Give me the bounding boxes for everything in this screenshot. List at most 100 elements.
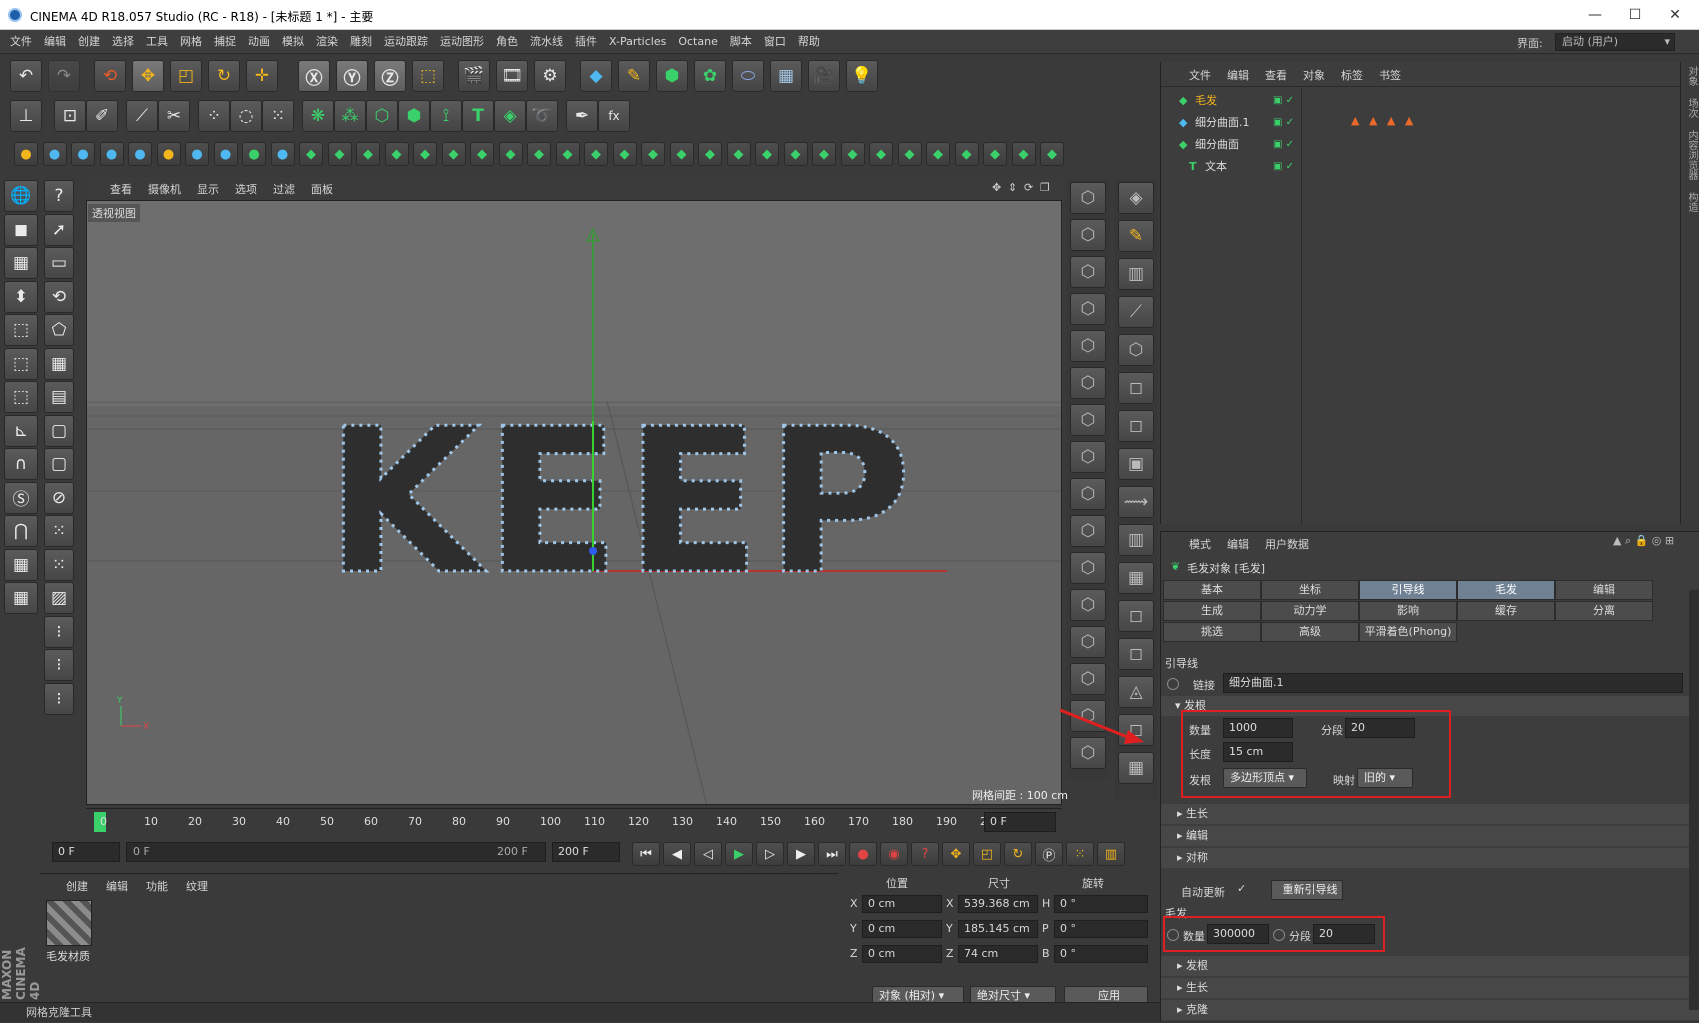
rotation-field[interactable]: 0 ° xyxy=(1054,895,1148,913)
next-key-icon[interactable]: ▶ xyxy=(787,842,815,866)
dots-small-icon-2[interactable]: ⁝ xyxy=(44,649,74,681)
cube-outline-icon[interactable]: ▢ xyxy=(44,448,74,480)
menu-item-17[interactable]: Octane xyxy=(672,30,724,54)
animate-radio[interactable] xyxy=(1167,678,1179,690)
collapsed-section[interactable]: ▸ 编辑 xyxy=(1161,826,1699,846)
collapsed-section[interactable]: ▸ 生长 xyxy=(1161,978,1699,998)
rect-select-icon[interactable]: ▭ xyxy=(44,247,74,279)
viewport-menu-item[interactable]: 选项 xyxy=(235,183,257,196)
dots-small-icon[interactable]: ⁝ xyxy=(44,615,74,648)
generator-tool-icon[interactable]: ◻ xyxy=(1118,638,1154,670)
timeline-ruler[interactable]: 0 10 20 30 40 50 60 70 80 90 100 110 120 130 140 150 160… xyxy=(86,808,1062,834)
deformer-tool-icon[interactable]: ⬡ xyxy=(1070,626,1106,658)
tab-0-4[interactable]: 编辑 xyxy=(1555,580,1653,600)
subdivision-surface-icon[interactable]: ⬢ xyxy=(656,60,688,92)
box-select-icon[interactable]: ▢ xyxy=(44,414,74,447)
help-icon[interactable]: ? xyxy=(44,180,74,212)
deformer-tool-icon[interactable]: ⬡ xyxy=(1070,182,1106,214)
link-field[interactable]: 细分曲面.1 xyxy=(1223,673,1683,693)
plugin-tool-icon[interactable]: ◆ xyxy=(869,142,893,166)
keyframe-help-icon[interactable]: ? xyxy=(911,842,939,866)
tab-2-0[interactable]: 挑选 xyxy=(1163,622,1261,642)
object-row[interactable]: ◆ 细分曲面.1 ▣ ✓ xyxy=(1161,112,1699,133)
polygon-pen-icon[interactable]: ⟋ xyxy=(126,100,158,132)
menu-item-18[interactable]: 脚本 xyxy=(724,30,758,54)
camera-icon[interactable]: 🎥 xyxy=(808,60,840,92)
object-menu-item[interactable]: 查看 xyxy=(1265,69,1287,82)
deformer-tool-icon[interactable]: ⬡ xyxy=(1070,515,1106,547)
deformer-tool-icon[interactable]: ⬡ xyxy=(1070,219,1106,251)
menu-item-14[interactable]: 流水线 xyxy=(524,30,569,54)
move-tool-icon[interactable]: ✥ xyxy=(132,60,164,92)
redo-icon[interactable]: ↷ xyxy=(48,60,80,92)
object-menu-item[interactable]: 文件 xyxy=(1189,69,1211,82)
end-frame-field[interactable]: 200 F xyxy=(552,842,620,862)
deformer-tool-icon[interactable]: ⬡ xyxy=(1070,367,1106,399)
circle-disabled-icon[interactable]: ⊘ xyxy=(44,481,74,514)
plugin-tool-icon[interactable]: ◆ xyxy=(1040,142,1064,166)
dots-small-icon-3[interactable]: ⁝ xyxy=(44,682,74,715)
voronoi-icon[interactable]: ⬢ xyxy=(398,100,430,132)
position-field[interactable]: 0 cm xyxy=(862,945,942,963)
menu-item-5[interactable]: 网格 xyxy=(174,30,208,54)
checker-lock-icon[interactable]: ▦ xyxy=(4,548,38,581)
collapsed-section[interactable]: ▸ 生长 xyxy=(1161,804,1699,824)
tab-0-2[interactable]: 引导线 xyxy=(1359,580,1457,600)
layout-select[interactable]: 启动 (用户) ▾ xyxy=(1555,33,1675,51)
rotate-key-icon[interactable]: ↻ xyxy=(1004,842,1032,866)
move-key-icon[interactable]: ✥ xyxy=(942,842,970,866)
generator-tool-icon[interactable]: ✎ xyxy=(1118,220,1154,252)
edges-mode-icon[interactable]: ⬚ xyxy=(4,347,38,380)
go-start-icon[interactable]: ⏮ xyxy=(632,842,660,866)
mograph-text-icon[interactable]: T xyxy=(462,100,494,132)
generator-tool-icon[interactable]: ▥ xyxy=(1118,524,1154,556)
recent-tool-icon[interactable]: ✛ xyxy=(246,60,278,92)
frame-range-slider[interactable]: 0 F 200 F xyxy=(126,842,546,862)
menu-item-20[interactable]: 帮助 xyxy=(792,30,826,54)
current-frame-field[interactable]: 0 F xyxy=(984,812,1056,832)
collapsed-section[interactable]: ▸ 发根 xyxy=(1161,956,1699,976)
plugin-tool-icon[interactable]: ◆ xyxy=(983,142,1007,166)
workplane-icon[interactable]: ⊥ xyxy=(10,100,42,132)
motext-cube-icon[interactable]: ◈ xyxy=(494,100,526,132)
plugin-tool-icon[interactable]: ◆ xyxy=(584,142,608,166)
plugin-tool-icon[interactable]: ◆ xyxy=(783,142,808,166)
matrix-icon[interactable]: ⁂ xyxy=(334,100,366,132)
plugin-tool-icon[interactable]: ◆ xyxy=(641,142,665,166)
menu-item-13[interactable]: 角色 xyxy=(490,30,524,54)
attribute-menu-item[interactable]: 模式 xyxy=(1189,538,1211,551)
undo-icon[interactable]: ↶ xyxy=(10,60,42,92)
ruler-icon[interactable]: ▤ xyxy=(44,381,74,413)
plugin-tool-icon[interactable]: ◆ xyxy=(698,142,722,166)
plugin-tool-icon[interactable]: ● xyxy=(213,142,238,166)
scale-tool-icon[interactable]: ◰ xyxy=(170,60,202,92)
axis-icon[interactable]: ⬍ xyxy=(4,280,38,313)
workplane-l-icon[interactable]: ⊾ xyxy=(4,414,38,447)
attribute-menu-item[interactable]: 编辑 xyxy=(1227,538,1249,551)
viewport-navigation-icon[interactable]: ✥ xyxy=(992,181,1001,194)
image-icon[interactable]: ▨ xyxy=(44,582,74,614)
viewport-menu-item[interactable]: 显示 xyxy=(197,183,219,196)
x-axis-lock-icon[interactable]: Ⓧ xyxy=(298,60,330,92)
viewport-menu-item[interactable]: 过滤 xyxy=(273,183,295,196)
tab-1-3[interactable]: 缓存 xyxy=(1457,601,1555,621)
collapsed-section[interactable]: ▸ 对称 xyxy=(1161,848,1699,868)
mograph-cloner-icon[interactable]: ❋ xyxy=(302,100,334,132)
maximize-button[interactable]: ☐ xyxy=(1615,4,1655,26)
plugin-tool-icon[interactable]: ● xyxy=(185,142,209,166)
right-dock-tab[interactable]: 构造 xyxy=(1683,192,1699,212)
cloner-icon[interactable]: ✿ xyxy=(694,60,726,92)
tab-0-0[interactable]: 基本 xyxy=(1163,580,1261,600)
menu-item-0[interactable]: 文件 xyxy=(4,30,38,54)
viewport-arrows-icon[interactable]: ⇕ xyxy=(1008,181,1017,194)
plugin-tool-icon[interactable]: ◆ xyxy=(612,142,637,166)
plugin-tool-icon[interactable]: ● xyxy=(99,142,124,166)
deformer-tool-icon[interactable]: ⬡ xyxy=(1070,256,1106,288)
magnet-icon[interactable]: ∩ xyxy=(4,448,38,480)
auto-update-checkbox[interactable]: ✓ xyxy=(1237,882,1246,895)
param-key-icon[interactable]: Ⓟ xyxy=(1035,842,1063,866)
tab-1-1[interactable]: 动力学 xyxy=(1261,601,1359,621)
deformer-tool-icon[interactable]: ⬡ xyxy=(1070,404,1106,436)
tab-0-3[interactable]: 毛发 xyxy=(1457,580,1555,600)
viewport[interactable]: KEEP Y X xyxy=(86,200,1062,805)
